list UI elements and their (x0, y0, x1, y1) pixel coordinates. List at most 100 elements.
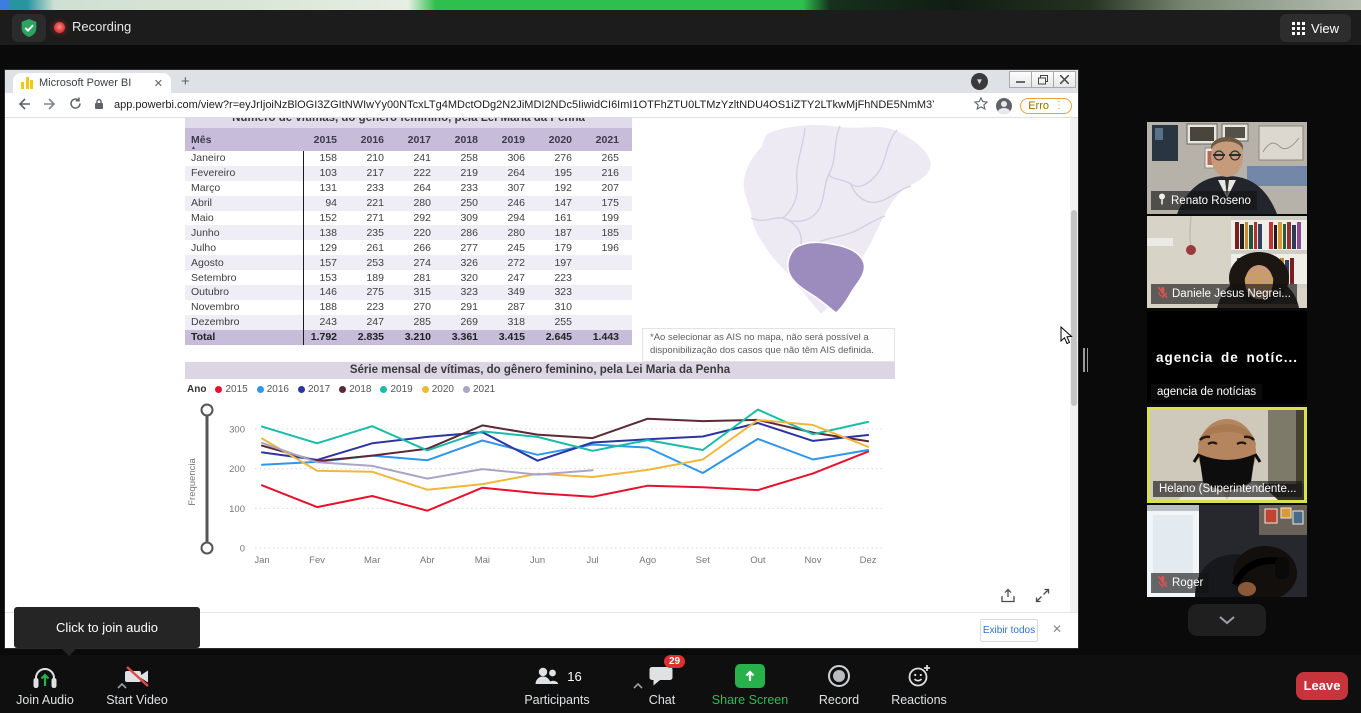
legend-item-2016[interactable]: 2016 (257, 384, 289, 395)
table-row[interactable]: Dezembro243247285269318255 (185, 315, 632, 330)
new-tab-button[interactable]: + (181, 74, 190, 90)
browser-window: Microsoft Power BI ✕ + ▼ app.powerbi.com… (5, 70, 1078, 648)
table-row[interactable]: Março131233264233307192207 (185, 181, 632, 196)
reactions-icon (906, 663, 932, 689)
table-cell: Fevereiro (185, 167, 303, 179)
annotation-dropdown-icon[interactable]: ▼ (971, 73, 988, 90)
profile-avatar-icon[interactable] (996, 98, 1012, 114)
table-header-2018[interactable]: 2018 (444, 134, 491, 146)
table-header-2020[interactable]: 2020 (538, 134, 585, 146)
participant-tile-roger[interactable]: Roger (1147, 505, 1307, 597)
table-cell: Abril (185, 197, 303, 209)
x-axis-tick: Jul (587, 555, 599, 566)
legend-item-2019[interactable]: 2019 (380, 384, 412, 395)
share-screen-icon (735, 664, 765, 688)
table-cell: 187 (538, 227, 585, 239)
share-visual-icon[interactable] (1000, 588, 1017, 608)
table-header-2021[interactable]: 2021 (585, 134, 632, 146)
reload-icon[interactable] (69, 97, 82, 113)
table-cell: Maio (185, 212, 303, 224)
footer-close-icon[interactable]: ✕ (1052, 622, 1062, 636)
view-button[interactable]: View (1280, 14, 1351, 42)
table-row[interactable]: Fevereiro103217222219264195216 (185, 166, 632, 181)
lock-icon[interactable] (94, 98, 104, 113)
legend-label: 2018 (349, 384, 371, 395)
table-header-row: Mês▲2015201620172018201920202021 (185, 128, 632, 151)
shared-screen-edge-fragment (0, 0, 9, 10)
table-row[interactable]: Janeiro158210241258306276265 (185, 151, 632, 166)
table-row[interactable]: Outubro146275315323349323 (185, 285, 632, 300)
bookmark-star-icon[interactable] (974, 97, 988, 115)
reactions-button[interactable]: Reactions (864, 661, 974, 707)
window-minimize-button[interactable] (1009, 71, 1032, 88)
participant-tile-renato[interactable]: Renato Roseno (1147, 122, 1307, 214)
tab-close-icon[interactable]: ✕ (154, 77, 163, 90)
participant-tile-helano-speaking[interactable]: Helano (Superintendente... (1147, 407, 1307, 503)
table-cell: 233 (444, 182, 491, 194)
table-total-cell: 2.645 (538, 331, 585, 343)
range-slider-handle-top[interactable] (202, 405, 213, 416)
table-cell: 266 (397, 242, 444, 254)
url-text[interactable]: app.powerbi.com/view?r=eyJrIjoiNzBlOGI3Z… (114, 99, 934, 111)
range-slider-handle-bottom[interactable] (202, 543, 213, 554)
line-chart[interactable]: Frequencia 0100200300 JanFevMarAbrMaiJun… (185, 402, 895, 577)
table-body: Janeiro158210241258306276265Fevereiro103… (185, 151, 632, 330)
legend-item-2017[interactable]: 2017 (298, 384, 330, 395)
table-header-2017[interactable]: 2017 (397, 134, 444, 146)
series-line-2015[interactable] (262, 452, 868, 511)
table-header-2019[interactable]: 2019 (491, 134, 538, 146)
participant-name-tag: agencia de notícias (1151, 384, 1262, 400)
table-row[interactable]: Novembro188223270291287310 (185, 300, 632, 315)
table-header-2016[interactable]: 2016 (350, 134, 397, 146)
participant-tile-agencia[interactable]: agencia de notíc... agencia de notícias (1147, 311, 1307, 404)
leave-button[interactable]: Leave (1296, 672, 1348, 700)
table-cell: Março (185, 182, 303, 194)
legend-item-2020[interactable]: 2020 (422, 384, 454, 395)
browser-tab[interactable]: Microsoft Power BI ✕ (13, 73, 171, 93)
mouse-cursor (1060, 326, 1073, 350)
table-row[interactable]: Maio152271292309294161199 (185, 211, 632, 226)
panel-resize-handle[interactable] (1083, 348, 1090, 377)
table-row[interactable]: Julho129261266277245179196 (185, 240, 632, 255)
legend-item-2021[interactable]: 2021 (463, 384, 495, 395)
table-cell: 253 (350, 257, 397, 269)
fullscreen-expand-icon[interactable] (1035, 588, 1050, 608)
series-line-2020[interactable] (262, 420, 868, 490)
participant-name: Renato Roseno (1171, 195, 1251, 207)
table-row[interactable]: Abril94221280250246147175 (185, 196, 632, 211)
table-row[interactable]: Setembro153189281320247223 (185, 270, 632, 285)
show-all-button[interactable]: Exibir todos (980, 619, 1038, 642)
table-header-Mês[interactable]: Mês▲ (185, 134, 303, 146)
table-cell: 280 (397, 197, 444, 209)
series-line-2018[interactable] (262, 419, 868, 461)
security-shield-icon[interactable] (12, 14, 46, 42)
table-row[interactable]: Agosto157253274326272197 (185, 255, 632, 270)
browser-error-menu-button[interactable]: Erro ⋮ (1020, 98, 1072, 114)
scrollbar-thumb[interactable] (1071, 210, 1077, 406)
participants-button[interactable]: 16 Participants (502, 661, 612, 707)
participant-display-name: agencia de notíc... (1156, 350, 1298, 365)
table-total-row[interactable]: Total1.7922.8353.2103.3613.4152.6451.443 (185, 330, 632, 346)
ais-map[interactable] (645, 120, 1025, 325)
table-cell: 161 (538, 212, 585, 224)
table-cell: 223 (350, 301, 397, 313)
series-line-2017[interactable] (262, 423, 868, 461)
x-axis-tick: Out (750, 555, 766, 566)
recording-label: Recording (72, 19, 131, 34)
start-video-button[interactable]: Start Video (82, 661, 192, 707)
table-cell: 287 (491, 301, 538, 313)
start-video-label: Start Video (106, 693, 168, 707)
forward-icon[interactable] (43, 98, 57, 113)
participant-tile-daniele[interactable]: Daniele Jesus Negrei... (1147, 216, 1307, 308)
table-row[interactable]: Junho138235220286280187185 (185, 225, 632, 240)
table-cell: 323 (444, 286, 491, 298)
legend-item-2018[interactable]: 2018 (339, 384, 371, 395)
collapse-videos-button[interactable] (1188, 604, 1266, 636)
back-icon[interactable] (17, 98, 31, 113)
table-header-2015[interactable]: 2015 (303, 134, 350, 146)
victims-table[interactable]: Número de vítimas, do gênero feminino, p… (185, 118, 632, 345)
table-cell: 94 (303, 197, 350, 209)
window-close-button[interactable] (1053, 71, 1076, 88)
legend-item-2015[interactable]: 2015 (215, 384, 247, 395)
window-restore-button[interactable] (1031, 71, 1054, 88)
